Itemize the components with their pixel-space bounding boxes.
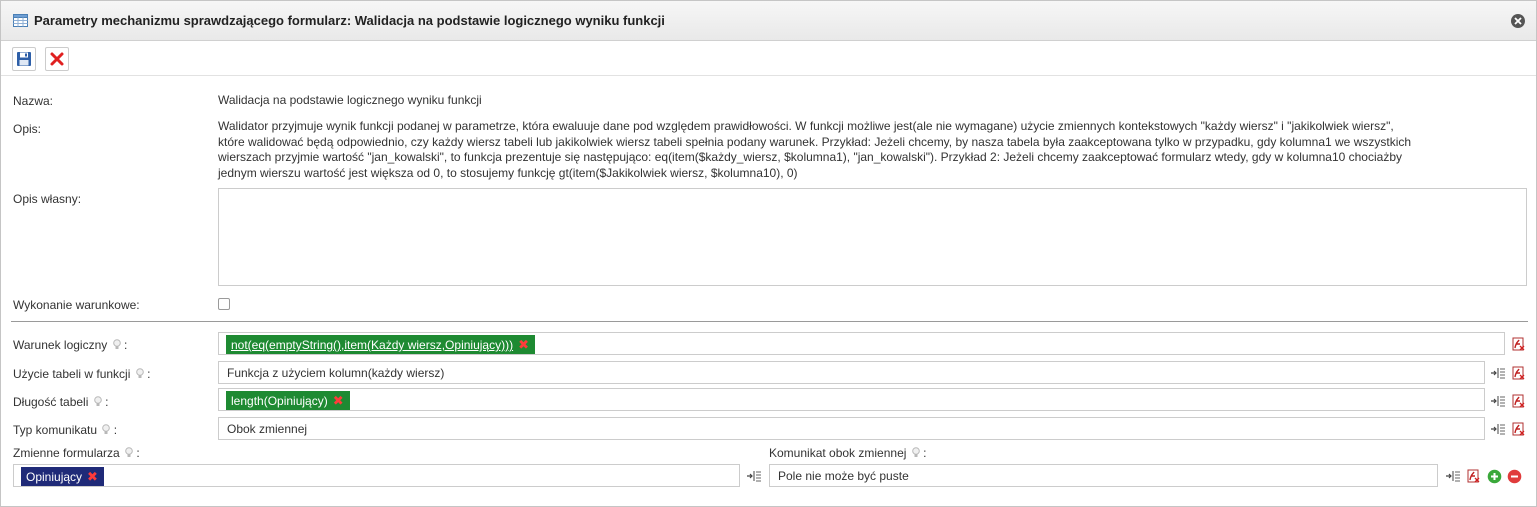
remove-row-button[interactable] [1507,469,1523,485]
table-length-chip[interactable]: length(Opiniujący) ✖ [226,391,350,410]
function-editor-icon [1512,394,1525,408]
variable-insert-icon [1446,471,1460,482]
message-next-colon: : [923,446,927,460]
lightbulb-icon [93,396,102,406]
conditional-label: Wykonanie warunkowe: [13,298,140,312]
save-button[interactable] [12,47,36,71]
table-usage-label-text: Użycie tabeli w funkcji [13,367,131,381]
form-variable-chip-text: Opiniujący [26,470,83,484]
title-bar: Parametry mechanizmu sprawdzającego form… [1,1,1536,41]
logical-condition-chip[interactable]: not(eq(emptyString(),item(Każdy wiersz,O… [226,335,535,354]
message-type-value: Obok zmiennej [227,422,308,436]
red-x-icon [50,52,64,66]
description-line: które walidować będą odpowiednio, czy ka… [218,134,1412,149]
function-editor-button[interactable] [1510,393,1526,409]
plus-circle-icon [1487,469,1502,484]
form-variables-label-text: Zmienne formularza [13,446,120,460]
message-type-colon: : [113,423,118,437]
own-description-label: Opis własny: [13,192,82,206]
message-next-field[interactable]: Pole nie może być puste [769,464,1438,487]
form-variables-field[interactable]: Opiniujący ✖ [13,464,740,487]
description-label: Opis: [13,122,42,136]
name-value: Walidacja na podstawie logicznego wyniku… [218,93,482,107]
form-variable-chip[interactable]: Opiniujący ✖ [21,467,104,486]
lightbulb-icon [102,424,111,434]
close-icon [1511,14,1525,28]
table-length-field[interactable]: length(Opiniujący) ✖ [218,388,1485,411]
table-length-label-text: Długość tabeli [13,395,89,409]
variable-insert-button[interactable] [1490,393,1506,409]
function-editor-button[interactable] [1510,336,1526,352]
close-button[interactable] [1510,13,1526,29]
remove-chip-icon[interactable]: ✖ [87,467,98,486]
table-usage-value: Funkcja z użyciem kolumn(każdy wiersz) [227,366,445,380]
table-icon [13,14,28,27]
remove-chip-icon[interactable]: ✖ [518,335,529,354]
floppy-disk-icon [17,52,31,66]
function-editor-button[interactable] [1510,421,1526,437]
variable-insert-icon [1491,368,1505,379]
remove-chip-icon[interactable]: ✖ [333,391,344,410]
message-next-label-text: Komunikat obok zmiennej [769,446,907,460]
variable-insert-icon [1491,424,1505,435]
form-variables-label: Zmienne formularza : [13,446,140,460]
name-label: Nazwa: [13,94,54,108]
table-length-colon: : [105,395,109,409]
form-variables-colon: : [136,446,140,460]
table-length-chip-text: length(Opiniujący) [231,394,328,408]
toolbar [1,42,1536,76]
table-usage-colon: : [147,367,151,381]
logical-condition-field[interactable]: not(eq(emptyString(),item(Każdy wiersz,O… [218,332,1505,355]
message-next-value: Pole nie może być puste [778,469,909,483]
dialog-window: Parametry mechanizmu sprawdzającego form… [0,0,1537,507]
cancel-button[interactable] [45,47,69,71]
lightbulb-icon [135,368,144,378]
logical-condition-chip-text: not(eq(emptyString(),item(Każdy wiersz,O… [231,338,514,352]
description-text: Walidator przyjmuje wynik funkcji podane… [218,119,1523,181]
function-editor-icon [1512,422,1525,436]
message-type-field[interactable]: Obok zmiennej [218,417,1485,440]
function-editor-icon [1512,366,1525,380]
message-type-label: Typ komunikatu : [13,423,117,437]
lightbulb-icon [125,447,133,457]
logical-condition-colon: : [123,338,128,352]
description-line: jednym wierszu wartość jest większa od 0… [218,165,798,180]
variable-insert-icon [1491,396,1505,407]
lightbulb-icon [911,447,920,457]
add-row-button[interactable] [1487,469,1503,485]
function-editor-icon [1512,337,1525,351]
function-editor-button[interactable] [1510,365,1526,381]
dialog-title: Parametry mechanizmu sprawdzającego form… [34,13,665,28]
minus-circle-icon [1507,469,1522,484]
variable-insert-icon [747,471,761,482]
table-length-label: Długość tabeli : [13,395,108,409]
message-next-label: Komunikat obok zmiennej : [769,446,926,460]
table-usage-label: Użycie tabeli w funkcji : [13,367,150,381]
variable-insert-button[interactable] [1490,421,1506,437]
function-editor-button[interactable] [1465,468,1481,484]
table-usage-field[interactable]: Funkcja z użyciem kolumn(każdy wiersz) [218,361,1485,384]
variable-insert-button[interactable] [1445,468,1461,484]
variable-insert-button[interactable] [746,468,762,484]
logical-condition-label: Warunek logiczny : [13,338,127,352]
message-type-label-text: Typ komunikatu [13,423,98,437]
variable-insert-button[interactable] [1490,365,1506,381]
conditional-checkbox[interactable] [218,298,230,310]
own-description-textarea[interactable] [218,188,1527,286]
description-line: wierszach przyjmie wartość "jan_kowalski… [218,150,1402,164]
function-editor-icon [1467,469,1480,483]
section-divider [11,321,1528,322]
description-line: Walidator przyjmuje wynik funkcji podane… [218,119,1394,133]
logical-condition-label-text: Warunek logiczny [13,338,108,352]
lightbulb-icon [112,339,121,349]
